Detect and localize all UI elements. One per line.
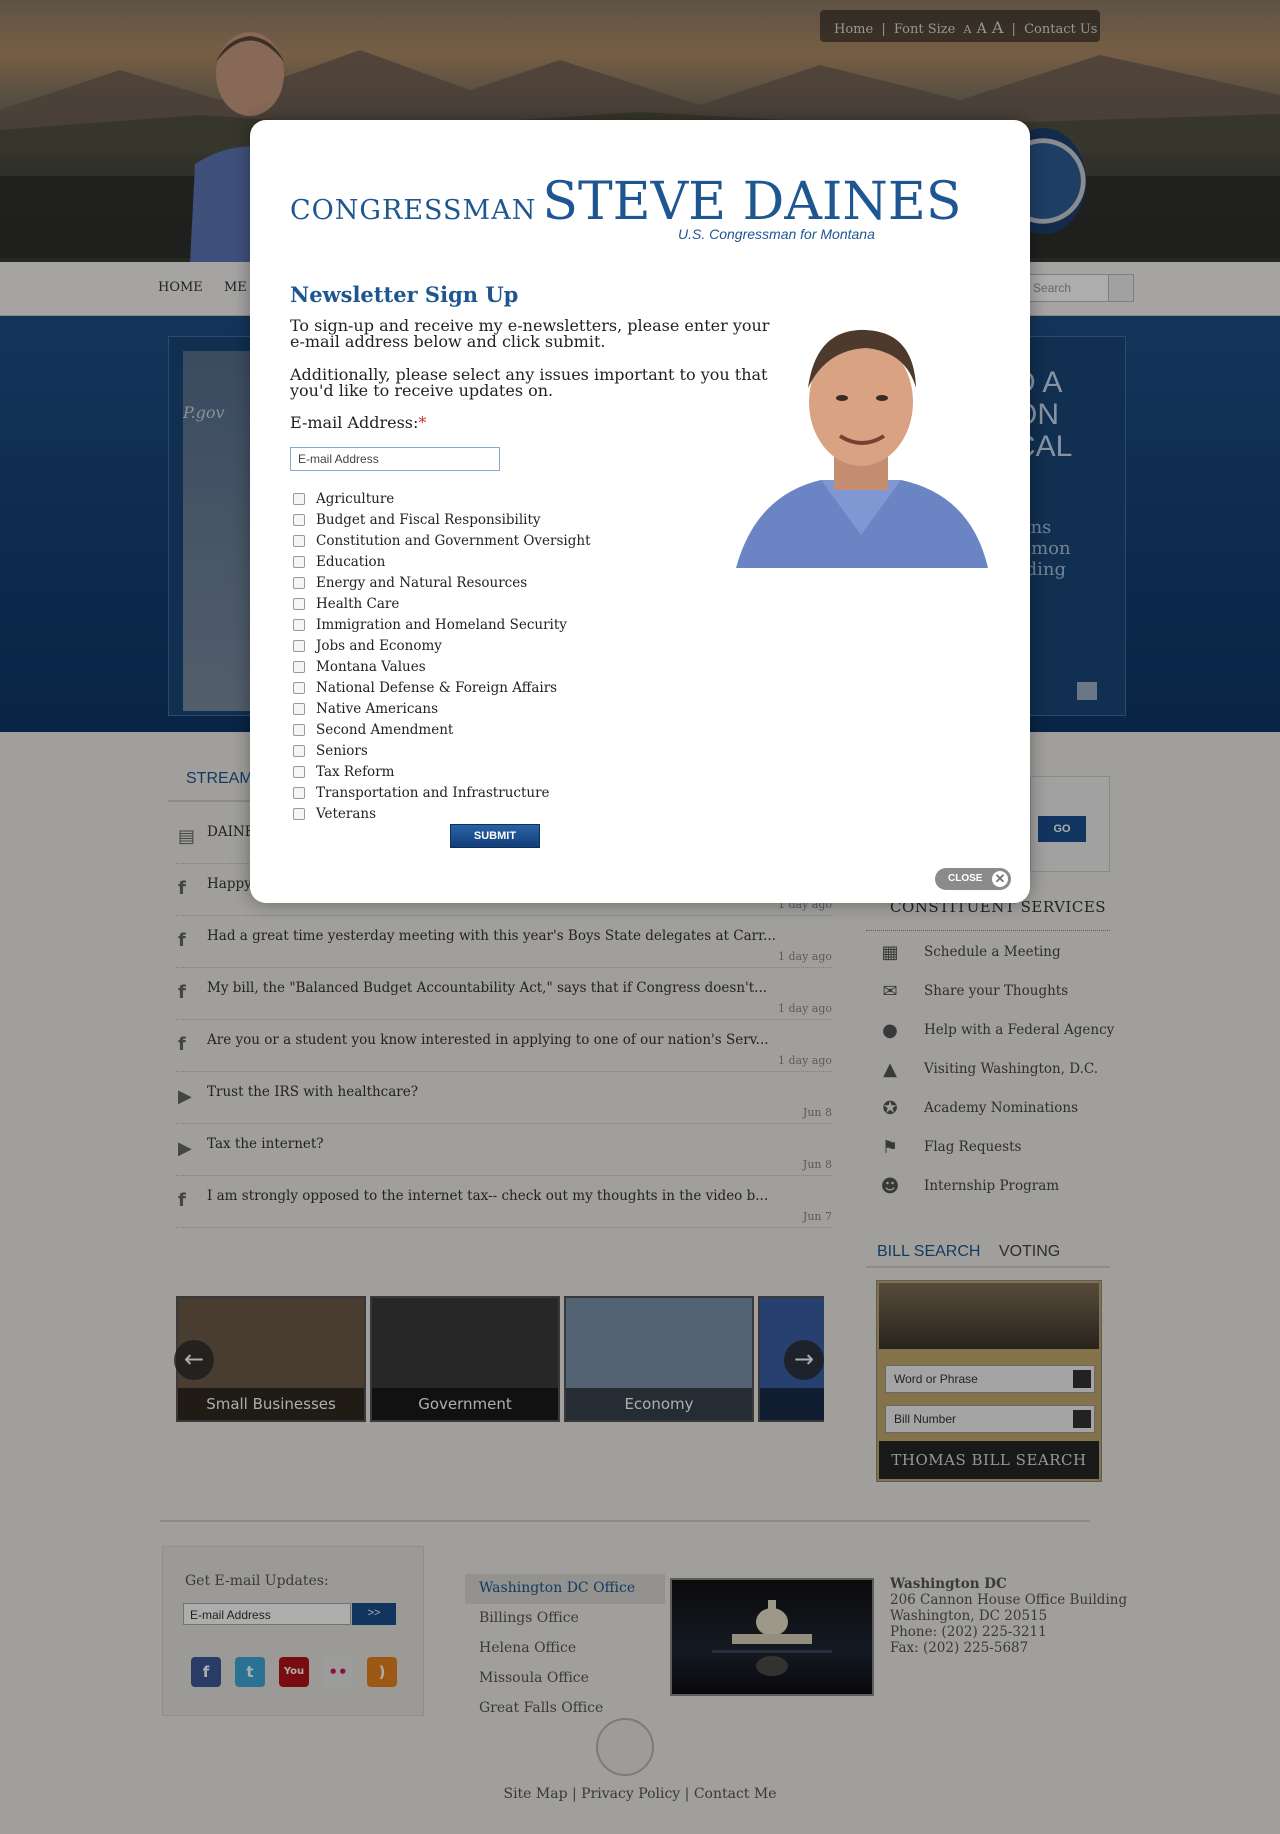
issue-label: Native Americans: [316, 700, 439, 717]
issue-checkbox[interactable]: [293, 786, 305, 799]
issue-label: Agriculture: [316, 490, 395, 507]
issue-label: Montana Values: [316, 658, 426, 675]
issue-checkbox[interactable]: [293, 492, 305, 505]
issue-checkbox[interactable]: [293, 513, 305, 526]
issue-checkbox[interactable]: [293, 702, 305, 715]
close-label: CLOSE: [948, 873, 983, 884]
issue-checkbox[interactable]: [293, 723, 305, 736]
issue-checkbox[interactable]: [293, 744, 305, 757]
issue-label: Transportation and Infrastructure: [316, 784, 550, 801]
issue-checkbox[interactable]: [293, 807, 305, 820]
brand-logo: CONGRESSMAN STEVE DAINES: [290, 172, 962, 232]
close-icon: ✕: [992, 871, 1008, 887]
brand-congressman: CONGRESSMAN: [290, 195, 537, 226]
submit-button[interactable]: SUBMIT: [450, 824, 540, 848]
issue-option[interactable]: Education: [293, 551, 591, 572]
issue-checklist: Agriculture Budget and Fiscal Responsibil…: [293, 488, 591, 824]
issue-checkbox[interactable]: [293, 660, 305, 673]
issue-label: Constitution and Government Oversight: [316, 532, 591, 549]
issue-option[interactable]: Tax Reform: [293, 761, 591, 782]
issue-option[interactable]: Agriculture: [293, 488, 591, 509]
issue-option[interactable]: Seniors: [293, 740, 591, 761]
issue-option[interactable]: Montana Values: [293, 656, 591, 677]
issue-checkbox[interactable]: [293, 576, 305, 589]
issue-checkbox[interactable]: [293, 618, 305, 631]
issue-option[interactable]: Veterans: [293, 803, 591, 824]
issue-checkbox[interactable]: [293, 639, 305, 652]
issue-label: Immigration and Homeland Security: [316, 616, 567, 633]
email-field[interactable]: E-mail Address: [290, 447, 500, 471]
issue-option[interactable]: Native Americans: [293, 698, 591, 719]
close-button[interactable]: CLOSE ✕: [935, 868, 1011, 890]
brand-tagline: U.S. Congressman for Montana: [678, 226, 875, 242]
issue-checkbox[interactable]: [293, 681, 305, 694]
issue-label: Jobs and Economy: [316, 637, 442, 654]
congressman-portrait: [736, 329, 988, 568]
email-label-text: E-mail Address:: [290, 413, 419, 432]
issue-option[interactable]: Jobs and Economy: [293, 635, 591, 656]
issue-option[interactable]: Budget and Fiscal Responsibility: [293, 509, 591, 530]
required-asterisk: *: [418, 413, 427, 432]
issue-option[interactable]: Energy and Natural Resources: [293, 572, 591, 593]
issue-checkbox[interactable]: [293, 534, 305, 547]
issue-label: Veterans: [316, 805, 377, 822]
issue-option[interactable]: Health Care: [293, 593, 591, 614]
brand-name: STEVE DAINES: [542, 172, 962, 232]
newsletter-title: Newsletter Sign Up: [290, 282, 519, 307]
issue-option[interactable]: Immigration and Homeland Security: [293, 614, 591, 635]
issue-option[interactable]: National Defense & Foreign Affairs: [293, 677, 591, 698]
issue-label: Education: [316, 553, 386, 570]
issue-option[interactable]: Transportation and Infrastructure: [293, 782, 591, 803]
issue-checkbox[interactable]: [293, 765, 305, 778]
issue-label: National Defense & Foreign Affairs: [316, 679, 558, 696]
issue-label: Energy and Natural Resources: [316, 574, 528, 591]
newsletter-instructions: To sign-up and receive my e-newsletters,…: [290, 316, 770, 351]
issue-label: Health Care: [316, 595, 400, 612]
email-label: E-mail Address:*: [290, 413, 426, 432]
issue-label: Seniors: [316, 742, 368, 759]
issue-label: Tax Reform: [316, 763, 395, 780]
issue-option[interactable]: Constitution and Government Oversight: [293, 530, 591, 551]
issue-option[interactable]: Second Amendment: [293, 719, 591, 740]
issue-label: Budget and Fiscal Responsibility: [316, 511, 541, 528]
newsletter-issues-instructions: Additionally, please select any issues i…: [290, 365, 768, 400]
issue-label: Second Amendment: [316, 721, 454, 738]
issue-checkbox[interactable]: [293, 555, 305, 568]
issue-checkbox[interactable]: [293, 597, 305, 610]
newsletter-modal: CONGRESSMAN STEVE DAINES U.S. Congressman…: [250, 120, 1030, 903]
